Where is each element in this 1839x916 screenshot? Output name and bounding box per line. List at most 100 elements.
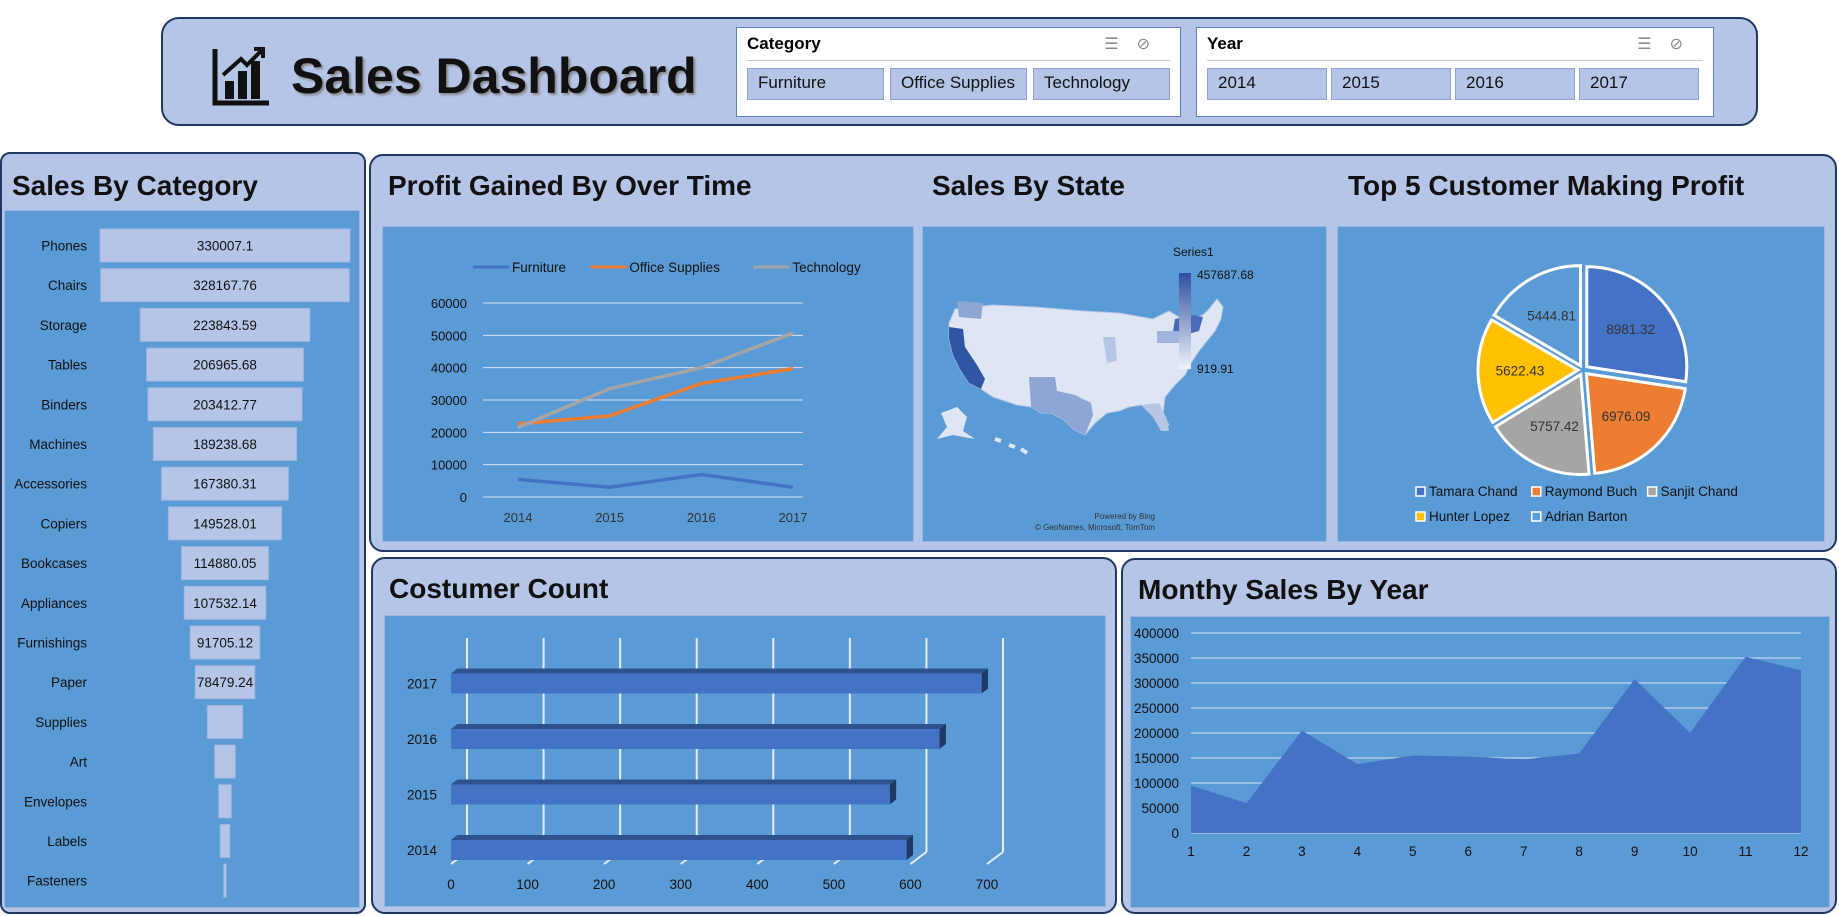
funnel-bar bbox=[206, 704, 244, 739]
y-tick-label: 10000 bbox=[431, 458, 467, 473]
y-tick-label: 2017 bbox=[407, 677, 437, 692]
map-legend-min: 919.91 bbox=[1197, 362, 1234, 376]
funnel-bar bbox=[218, 784, 232, 819]
monthly-sales-panel: Monthy Sales By Year 0 50000 100000 150000 2… bbox=[1121, 558, 1837, 914]
slicer-title: Category bbox=[747, 34, 821, 53]
y-tick-label: 50000 bbox=[1141, 801, 1179, 816]
y-tick-label: 30000 bbox=[431, 393, 467, 408]
y-tick-label: 2016 bbox=[407, 732, 437, 747]
profit-over-time-chart: 0 10000 20000 30000 40000 50000 60000 2014 2015 2… bbox=[431, 260, 861, 525]
slicer-option-2014[interactable]: 2014 bbox=[1207, 68, 1327, 100]
x-tick-label: 5 bbox=[1409, 844, 1417, 859]
category-label: Labels bbox=[47, 834, 87, 849]
x-tick-label: 1 bbox=[1187, 844, 1195, 859]
panel-title: Top 5 Customer Making Profit bbox=[1348, 170, 1745, 201]
map-legend-scale bbox=[1179, 273, 1191, 369]
data-label: 167380.31 bbox=[193, 477, 257, 492]
category-label: Chairs bbox=[48, 278, 87, 293]
legend-swatch bbox=[1415, 511, 1426, 522]
customer-count-chart: 0 100 200 300 400 500 600 700 2014 2015 2016 2017 bbox=[407, 638, 1004, 892]
y-tick-label: 150000 bbox=[1134, 751, 1179, 766]
dashboard-title: Sales Dashboard bbox=[291, 48, 697, 104]
map-legend-max: 457687.68 bbox=[1197, 268, 1254, 282]
x-tick-label: 2 bbox=[1243, 844, 1251, 859]
clear-filter-icon[interactable]: ⊘ bbox=[1670, 36, 1701, 53]
slicer-title: Year bbox=[1207, 34, 1243, 53]
map-credit: © GeoNames, Microsoft, TomTom bbox=[1035, 523, 1155, 532]
legend-label: Raymond Buch bbox=[1545, 484, 1637, 499]
slicer-icons: ☰⊘ bbox=[1104, 34, 1168, 54]
category-label: Accessories bbox=[14, 477, 87, 492]
y-tick-label: 100000 bbox=[1134, 776, 1179, 791]
state-washington bbox=[957, 301, 983, 319]
category-label: Phones bbox=[41, 239, 87, 254]
series-line bbox=[517, 331, 794, 430]
x-tick-label: 400 bbox=[746, 877, 769, 892]
chart-area: Phones 330007.1 Chairs 328167.76 Storage 2238… bbox=[4, 210, 360, 908]
category-label: Fasteners bbox=[27, 874, 87, 889]
x-tick-label: 500 bbox=[823, 877, 846, 892]
chart-area: 0 100 200 300 400 500 600 700 2014 2015 2016 2017 bbox=[384, 615, 1106, 907]
map-legend-title: Series1 bbox=[1173, 245, 1214, 259]
category-label: Storage bbox=[40, 318, 87, 333]
data-label: 203412.77 bbox=[193, 397, 257, 412]
sales-by-state-map: Series1 457687.68 919.91 Powered by Bing… bbox=[937, 245, 1254, 532]
x-tick-label: 200 bbox=[593, 877, 616, 892]
data-label: 91705.12 bbox=[197, 636, 253, 651]
legend-label: Hunter Lopez bbox=[1429, 509, 1510, 524]
panel-title: Sales By State bbox=[932, 170, 1125, 201]
category-label: Tables bbox=[48, 358, 87, 373]
x-tick-label: 2015 bbox=[595, 510, 624, 525]
sales-by-category-chart: Phones 330007.1 Chairs 328167.76 Storage 2238… bbox=[14, 228, 351, 898]
chart-area: Series1 457687.68 919.91 Powered by Bing… bbox=[922, 226, 1327, 542]
bar-chart-icon bbox=[212, 47, 269, 106]
state-pennsylvania bbox=[1157, 331, 1179, 343]
data-label: 5444.81 bbox=[1527, 308, 1576, 323]
x-tick-label: 700 bbox=[976, 877, 999, 892]
y-tick-label: 2014 bbox=[407, 843, 438, 858]
y-tick-label: 40000 bbox=[431, 361, 467, 376]
customer-count-panel: Costumer Count 0 100 200 300 400 500 600 700 201… bbox=[371, 557, 1117, 914]
clear-filter-icon[interactable]: ⊘ bbox=[1137, 36, 1168, 53]
legend-swatch bbox=[1415, 486, 1426, 497]
slicer-option-2015[interactable]: 2015 bbox=[1331, 68, 1451, 100]
x-tick-label: 100 bbox=[516, 877, 539, 892]
legend-swatch bbox=[1646, 486, 1658, 497]
x-tick-label: 10 bbox=[1683, 844, 1698, 859]
funnel-bar bbox=[223, 863, 227, 898]
slicer-option-2017[interactable]: 2017 bbox=[1579, 68, 1699, 100]
bar bbox=[451, 840, 907, 860]
data-label: 78479.24 bbox=[197, 675, 254, 690]
chart-area: 0 10000 20000 30000 40000 50000 60000 2014 2015 2… bbox=[382, 226, 914, 542]
slicer-option-office-supplies[interactable]: Office Supplies bbox=[890, 68, 1027, 100]
multi-select-icon[interactable]: ☰ bbox=[1637, 36, 1669, 53]
category-label: Binders bbox=[41, 397, 87, 412]
chart-area: 0 50000 100000 150000 200000 250000 300000 3500… bbox=[1130, 616, 1830, 908]
monthly-sales-chart: 0 50000 100000 150000 200000 250000 300000 3500… bbox=[1134, 626, 1809, 859]
panel-title: Monthy Sales By Year bbox=[1138, 574, 1429, 605]
data-label: 114880.05 bbox=[194, 556, 257, 571]
x-tick-label: 11 bbox=[1739, 844, 1753, 859]
x-tick-label: 300 bbox=[669, 877, 692, 892]
y-tick-label: 400000 bbox=[1134, 626, 1179, 641]
sales-by-category-panel: Sales By Category Phones 330007.1 Chairs 32… bbox=[0, 152, 366, 914]
state-hawaii bbox=[994, 437, 1029, 455]
legend-label: Sanjit Chand bbox=[1661, 484, 1738, 499]
state-florida bbox=[1141, 403, 1169, 431]
x-tick-label: 7 bbox=[1520, 844, 1528, 859]
category-label: Appliances bbox=[21, 596, 87, 611]
slicer-option-technology[interactable]: Technology bbox=[1033, 68, 1170, 100]
slicer-divider bbox=[747, 60, 1170, 61]
y-tick-label: 20000 bbox=[431, 425, 467, 440]
data-label: 5622.43 bbox=[1496, 364, 1545, 379]
category-slicer: Category ☰⊘ Furniture Office Supplies Te… bbox=[736, 27, 1181, 117]
slicer-option-2016[interactable]: 2016 bbox=[1455, 68, 1575, 100]
category-label: Art bbox=[70, 755, 88, 770]
x-tick-label: 4 bbox=[1354, 844, 1362, 859]
category-label: Supplies bbox=[35, 715, 87, 730]
multi-select-icon[interactable]: ☰ bbox=[1104, 36, 1136, 53]
data-label: 189238.68 bbox=[193, 437, 257, 452]
panel-title: Costumer Count bbox=[389, 573, 609, 604]
slicer-option-furniture[interactable]: Furniture bbox=[747, 68, 884, 100]
funnel-bar bbox=[214, 744, 236, 779]
